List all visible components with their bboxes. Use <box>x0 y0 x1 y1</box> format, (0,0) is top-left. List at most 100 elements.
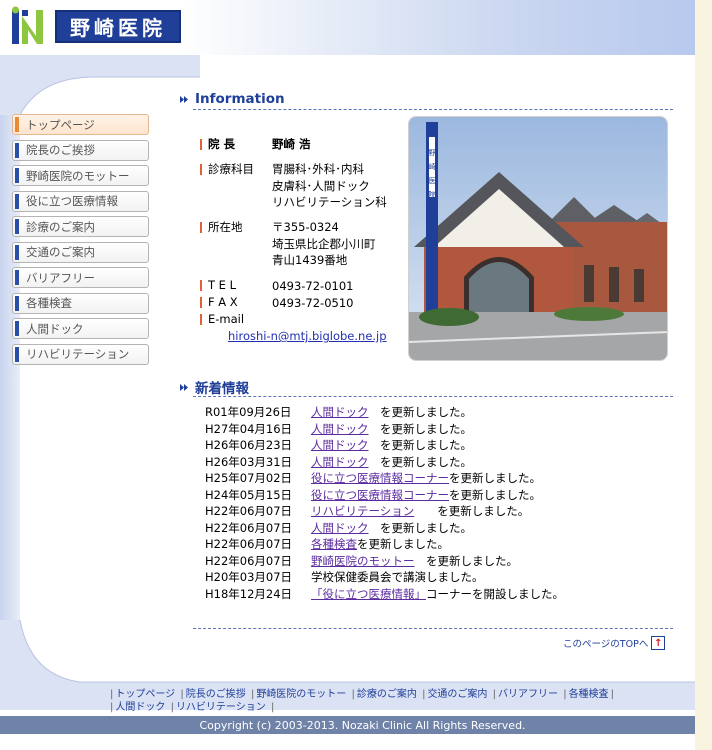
address-line: 埼玉県比企郡小川町 <box>272 236 376 251</box>
footer-link-motto[interactable]: 野崎医院のモットー <box>256 689 346 700</box>
news-item: H22年06月07日 野崎医院のモットー を更新しました。 <box>205 553 564 570</box>
sidebar-item-treatment-guide[interactable]: 診療のご案内 <box>12 216 149 237</box>
news-text: を更新しました。 <box>380 421 472 436</box>
news-item: H22年06月07日 人間ドック を更新しました。 <box>205 520 564 537</box>
clinic-building-illustration: 野 崎 医 院 <box>409 117 667 360</box>
news-date: R01年09月26日 <box>205 405 292 419</box>
department-line: リハビリテーション科 <box>272 195 387 209</box>
news-heading-text: 新着情報 <box>195 381 249 397</box>
sign-text-3: 医 <box>429 177 436 185</box>
news-date: H27年04月16日 <box>205 421 293 436</box>
news-text: を更新しました。 <box>449 487 541 502</box>
sidebar-item-greeting[interactable]: 院長のご挨拶 <box>12 139 149 161</box>
sign-text-2: 崎 <box>429 162 436 171</box>
news-item: H26年03月31日 人間ドック を更新しました。 <box>205 454 564 471</box>
news-item: H20年03月07日 学校保健委員会で講演しました。 <box>205 569 564 586</box>
news-text: を更新しました。 <box>380 405 472 419</box>
director-label: 院 長 <box>200 136 235 152</box>
news-item: H25年07月02日 役に立つ医療情報コーナーを更新しました。 <box>205 470 564 487</box>
copyright-bar: Copyright (c) 2003-2013. Nozaki Clinic A… <box>0 716 695 734</box>
news-item: H18年12月24日 「役に立つ医療情報」コーナーを開設しました。 <box>205 586 564 603</box>
clinic-name-banner[interactable]: 野崎医院 <box>55 10 181 43</box>
sidebar-item-medical-info[interactable]: 役に立つ医療情報 <box>12 190 149 212</box>
clinic-building-photo: 野 崎 医 院 <box>408 116 668 361</box>
sidebar-item-access[interactable]: 交通のご案内 <box>12 241 149 263</box>
sidebar-item-label: リハビリテーション <box>26 347 130 361</box>
news-link[interactable]: 役に立つ医療情報コーナー <box>311 471 449 485</box>
news-text: を更新しました。 <box>357 537 449 551</box>
news-link[interactable]: 役に立つ医療情報コーナー <box>311 488 449 502</box>
footer-link-access[interactable]: 交通のご案内 <box>427 689 487 700</box>
double-arrow-icon <box>180 383 188 391</box>
news-date: H24年05月15日 <box>205 487 293 502</box>
sidebar-item-motto[interactable]: 野崎医院のモットー <box>12 165 149 186</box>
email-link[interactable]: hiroshi-n@mtj.biglobe.ne.jp <box>228 329 387 343</box>
sidebar-item-barrier-free[interactable]: バリアフリー <box>12 267 149 288</box>
news-link[interactable]: リハビリテーション <box>311 504 414 518</box>
news-date: H22年06月07日 <box>205 537 293 551</box>
news-date: H25年07月02日 <box>205 471 293 485</box>
news-date: H22年06月07日 <box>205 553 293 568</box>
news-text: を更新しました。 <box>380 438 472 452</box>
news-pad <box>414 503 437 520</box>
sidebar-item-label: 人間ドック <box>26 321 84 336</box>
sign-text-1: 野 <box>429 149 436 157</box>
news-date: H26年06月23日 <box>205 438 293 452</box>
back-to-top-link[interactable]: このページのTOPへ ↑ <box>563 636 666 650</box>
footer-link-health-checkup[interactable]: 人間ドック <box>115 702 165 713</box>
department-line: 皮膚科･人間ドック <box>272 178 370 193</box>
news-link[interactable]: 野崎医院のモットー <box>311 554 415 568</box>
sidebar-item-label: トップページ <box>26 117 95 132</box>
sidebar-item-examinations[interactable]: 各種検査 <box>12 292 149 314</box>
sidebar-item-health-checkup[interactable]: 人間ドック <box>12 318 149 339</box>
news-date: H20年03月07日 <box>205 570 293 584</box>
sidebar-item-rehabilitation[interactable]: リハビリテーション <box>12 343 149 365</box>
news-pad <box>369 421 381 438</box>
news-link[interactable]: 「役に立つ医療情報」 <box>311 587 426 601</box>
news-heading: 新着情報 <box>180 377 249 397</box>
footer-link-top[interactable]: トップページ <box>115 689 175 700</box>
news-list: R01年09月26日 人間ドック を更新しました。 H27年04月16日 人間ドック… <box>205 404 564 602</box>
information-heading-text: Information <box>195 91 285 107</box>
sidebar-item-top[interactable]: トップページ <box>12 114 149 135</box>
sidebar-item-label: 院長のご挨拶 <box>26 143 95 157</box>
news-pad <box>369 404 381 421</box>
news-item: H22年06月07日 リハビリテーション を更新しました。 <box>205 503 564 520</box>
footer-nav: | トップページ | 院長のご挨拶 | 野崎医院のモットー | 診療のご案内 | 交通のご… <box>110 689 614 713</box>
director-name: 野崎 浩 <box>272 137 311 151</box>
news-date: H26年03月31日 <box>205 454 293 469</box>
sidebar-item-label: 役に立つ医療情報 <box>26 194 118 208</box>
footer-link-treatment-guide[interactable]: 診療のご案内 <box>357 689 417 700</box>
news-link[interactable]: 人間ドック <box>311 521 369 535</box>
news-link[interactable]: 各種検査 <box>311 537 357 551</box>
footer-link-barrier-free[interactable]: バリアフリー <box>498 689 558 700</box>
sidebar-item-label: 交通のご案内 <box>26 245 95 259</box>
news-link[interactable]: 人間ドック <box>311 422 369 436</box>
divider <box>193 628 673 629</box>
up-arrow-icon[interactable]: ↑ <box>651 636 666 650</box>
news-date: H22年06月07日 <box>205 504 293 518</box>
divider <box>193 396 673 397</box>
footer-link-examinations[interactable]: 各種検査 <box>569 689 609 700</box>
fax-value: 0493-72-0510 <box>272 296 354 310</box>
news-link[interactable]: 人間ドック <box>311 405 369 419</box>
clinic-name-text: 野崎医院 <box>70 16 166 40</box>
news-link[interactable]: 人間ドック <box>311 455 369 469</box>
news-item: H24年05月15日 役に立つ医療情報コーナーを更新しました。 <box>205 487 564 504</box>
departments-label: 診療科目 <box>200 161 254 177</box>
news-item: H22年06月07日 各種検査を更新しました。 <box>205 536 564 553</box>
right-gutter <box>695 0 712 750</box>
sidebar-item-label: バリアフリー <box>26 270 95 285</box>
information-heading: Information <box>180 91 285 107</box>
sidebar-item-label: 診療のご案内 <box>26 219 95 234</box>
news-link[interactable]: 人間ドック <box>311 438 369 452</box>
footer-link-rehabilitation[interactable]: リハビリテーション <box>176 702 266 713</box>
news-text: 学校保健委員会で講演しました。 <box>311 570 484 584</box>
footer-link-greeting[interactable]: 院長のご挨拶 <box>186 689 246 700</box>
news-item: H26年06月23日 人間ドック を更新しました。 <box>205 437 564 454</box>
fax-label: F A X <box>200 295 238 309</box>
news-text: を更新しました。 <box>449 471 541 485</box>
tel-label: T E L <box>200 278 236 292</box>
news-date: H18年12月24日 <box>205 586 293 601</box>
copyright-text: Copyright (c) 2003-2013. Nozaki Clinic A… <box>199 718 526 732</box>
